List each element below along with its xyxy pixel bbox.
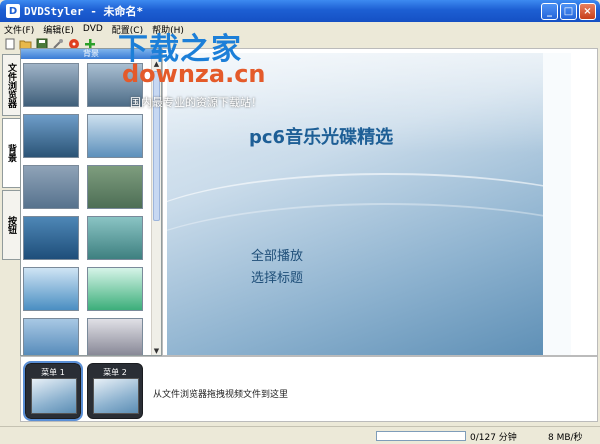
background-thumbnail[interactable] [87,114,143,158]
menu-dvd[interactable]: DVD [83,24,103,34]
background-thumbnail[interactable] [23,63,79,107]
background-thumbnail[interactable] [87,165,143,209]
bitrate-text: 8 MB/秒 [548,433,583,443]
disc-usage-text: 0/127 分钟 [470,433,517,443]
background-thumbnail[interactable] [23,216,79,260]
menu-help[interactable]: 帮助(H) [152,23,184,36]
menu-file[interactable]: 文件(F) [4,23,34,36]
new-icon[interactable] [3,38,16,51]
title-bar: D DVDStyler - 未命名* _ □ × [0,0,600,22]
scroll-up-icon[interactable]: ▲ [152,59,161,68]
menu-edit[interactable]: 编辑(E) [43,23,74,36]
backgrounds-panel: 背景 ▲ ▼ [20,48,162,356]
menu-thumbnail-1[interactable]: 菜单 1 [23,361,83,421]
select-title-button[interactable]: 选择标题 [251,267,303,286]
tab-file-browser[interactable]: 文件浏览器 [2,54,20,116]
panel-scrollbar[interactable]: ▲ ▼ [151,59,161,355]
menu-thumbnail-2[interactable]: 菜单 2 [87,363,143,419]
menu-thumbnail-image [93,378,139,414]
minimize-button[interactable]: _ [541,3,558,20]
background-thumbnail[interactable] [23,165,79,209]
side-tabs: 文件浏览器 背景 按钮 [2,52,20,356]
play-all-button[interactable]: 全部播放 [251,245,303,264]
menu-thumbnail-image [31,378,77,414]
status-bar: 0/127 分钟 8 MB/秒 [0,426,600,444]
background-thumbnail[interactable] [23,318,79,355]
menu-thumbnail-label: 菜单 2 [103,368,127,377]
background-thumbnail[interactable] [23,114,79,158]
menu-preview[interactable]: pc6音乐光碟精选 全部播放 选择标题 [167,53,571,355]
background-thumbnail[interactable] [87,63,143,107]
app-icon: D [6,4,20,18]
background-thumbnail[interactable] [23,267,79,311]
tab-backgrounds[interactable]: 背景 [2,118,20,188]
close-button[interactable]: × [579,3,596,20]
preview-side-strip [543,53,571,355]
menu-editor: pc6音乐光碟精选 全部播放 选择标题 [162,48,598,356]
menus-strip: 菜单 1 菜单 2 从文件浏览器拖拽视频文件到这里 [20,356,598,422]
background-thumbnail[interactable] [87,318,143,355]
scroll-thumb[interactable] [153,71,160,221]
panel-header: 背景 [21,49,161,59]
background-thumbnail[interactable] [87,216,143,260]
menu-thumbnail-label: 菜单 1 [41,368,65,377]
tab-buttons[interactable]: 按钮 [2,190,20,260]
scroll-down-icon[interactable]: ▼ [152,346,161,355]
preview-wave [167,203,571,343]
menu-config[interactable]: 配置(C) [112,23,143,36]
menu-bar: 文件(F) 编辑(E) DVD 配置(C) 帮助(H) [0,22,600,36]
background-thumbnail[interactable] [87,267,143,311]
window-title: DVDStyler - 未命名* [24,5,144,18]
drop-hint: 从文件浏览器拖拽视频文件到这里 [153,390,289,400]
maximize-button[interactable]: □ [560,3,577,20]
disc-usage-progress [376,431,466,441]
preview-title[interactable]: pc6音乐光碟精选 [249,123,393,149]
